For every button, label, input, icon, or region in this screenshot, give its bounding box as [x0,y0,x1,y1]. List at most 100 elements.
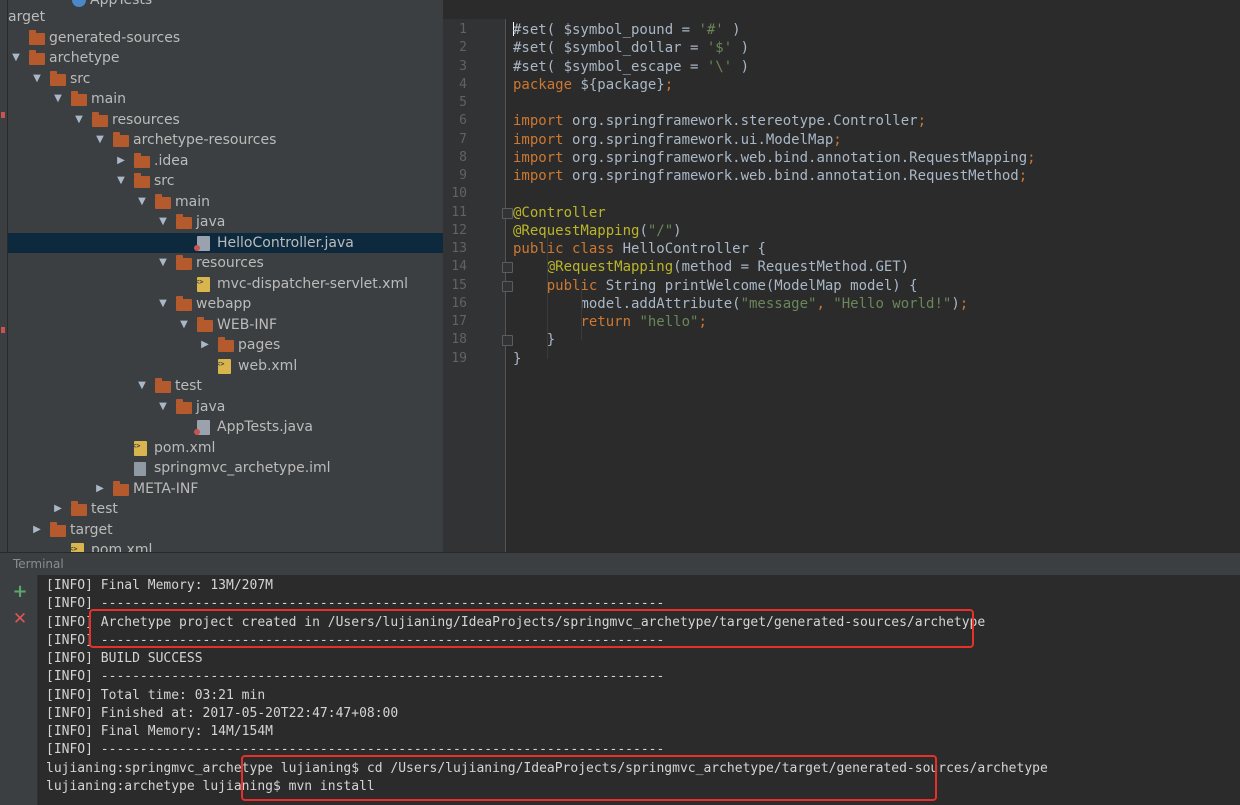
tree-item-label: resources [112,111,180,128]
line-number: 9 [459,168,467,183]
tree-item[interactable]: ▶ target [0,520,443,541]
tree-item-label: src [154,173,175,189]
code-token: public class [513,241,615,257]
tree-item[interactable]: mvc-dispatcher-servlet.xml [0,272,443,295]
collapse-arrow-icon[interactable]: ▼ [136,192,148,213]
code-line[interactable]: #set( $symbol_pound = '#' ) [513,21,741,39]
tree-item[interactable]: ▼ java [0,397,443,418]
collapse-arrow-icon[interactable]: ▼ [157,294,169,315]
tree-item[interactable]: springmvc_archetype.iml [0,458,443,479]
code-line[interactable]: import org.springframework.ui.ModelMap; [513,131,842,149]
close-icon[interactable]: ✕ [11,610,29,628]
fold-marker-icon[interactable] [502,335,513,347]
tree-item[interactable]: pom.xml [0,539,443,552]
tree-item-label: archetype [49,50,120,66]
code-editor[interactable]: 1 2 3 4 5 6 7 8 9 10 11 12 13 14 15 16 17 18 19 #set( $sym… [443,19,1240,552]
line-number: 14 [451,259,467,275]
xml-file-icon [132,436,147,457]
fold-marker-icon[interactable] [502,280,513,292]
expand-arrow-icon[interactable]: ▶ [94,479,106,500]
folder-icon [92,111,108,127]
tree-item[interactable]: ▼ webapp [0,294,443,315]
tree-item[interactable]: ▼ resources [0,253,443,274]
xml-file-icon [195,272,210,293]
tree-item-selected[interactable]: HelloController.java [0,232,443,253]
code-token: '$' [706,40,733,57]
tree-item[interactable]: pom.xml [0,436,443,459]
tree-item-label: java [196,214,226,230]
code-token: ; [833,131,842,148]
code-token: "Hello world!" [833,295,952,312]
expand-arrow-icon[interactable]: ▶ [52,499,64,520]
collapse-arrow-icon[interactable]: ▼ [52,89,64,110]
tree-item-label: archetype-resources [133,132,277,148]
code-line[interactable]: public String printWelcome(ModelMap mode… [513,277,918,295]
expand-arrow-icon[interactable]: ▶ [31,520,43,541]
collapse-arrow-icon[interactable]: ▼ [157,397,169,418]
tree-item[interactable]: ▼ resources [0,110,443,131]
tree-item[interactable]: AppTests.java [0,417,443,438]
code-token: ; [1027,149,1036,166]
code-line[interactable]: #set( $symbol_dollar = '$' ) [513,39,749,57]
code-line[interactable]: } [513,331,555,349]
tree-item[interactable]: arget [0,7,443,28]
code-line[interactable]: public class HelloController { [513,240,766,258]
tree-item-label: pom.xml [91,542,153,552]
tree-item[interactable]: ▼ main [0,192,443,213]
collapse-arrow-icon[interactable]: ▼ [31,69,43,90]
fold-marker-icon[interactable] [502,262,513,274]
collapse-arrow-icon[interactable]: ▼ [157,212,169,233]
tree-item[interactable]: ▼ archetype [0,48,443,69]
code-line[interactable]: import org.springframework.web.bind.anno… [513,167,1027,185]
tree-item[interactable]: ▼ archetype-resources [0,130,443,151]
terminal-line: [INFO] Final Memory: 14M/154M [46,724,273,739]
java-file-icon [194,235,210,251]
tree-item[interactable]: ▼ main [0,89,443,110]
code-line[interactable]: return "hello"; [513,313,706,331]
code-line[interactable]: package ${package}; [513,76,673,94]
tree-item[interactable]: ▼ src [0,171,443,192]
line-number: 6 [459,113,467,129]
expand-arrow-icon[interactable]: ▶ [115,151,127,172]
code-line[interactable]: } [513,350,521,368]
code-line[interactable]: @RequestMapping("/") [513,222,682,240]
tree-item-label: test [91,501,118,517]
tree-item[interactable]: ▶ .idea [0,151,443,172]
expand-arrow-icon[interactable]: ▶ [199,335,211,356]
collapse-arrow-icon[interactable]: ▼ [136,376,148,397]
collapse-arrow-icon[interactable]: ▼ [94,130,106,151]
code-line[interactable]: import org.springframework.web.bind.anno… [513,149,1036,167]
code-token: ; [959,295,969,312]
tree-item[interactable]: ▶ META-INF [0,479,443,500]
code-line[interactable]: #set( $symbol_escape = '\' ) [513,58,749,76]
code-line[interactable]: @Controller [513,204,606,222]
line-number: 10 [451,186,467,202]
tree-item[interactable]: ▼ java [0,212,443,233]
tree-item[interactable]: ▼ test [0,376,443,397]
collapse-arrow-icon[interactable]: ▼ [115,171,127,192]
terminal-output[interactable]: lujianing:archetype lujianing$ mvn insta… [38,575,1240,805]
code-token: "hello" [639,314,699,330]
collapse-arrow-icon[interactable]: ▼ [73,110,85,131]
collapse-arrow-icon[interactable]: ▼ [10,48,22,69]
code-line[interactable]: @RequestMapping(method = RequestMethod.G… [513,258,909,276]
tree-item-label: springmvc_archetype.iml [154,460,331,476]
tree-item[interactable]: generated-sources [0,28,443,49]
tree-item[interactable]: web.xml [0,354,443,377]
code-line[interactable]: import org.springframework.stereotype.Co… [513,112,926,130]
tree-item[interactable]: ▶ test [0,499,443,520]
indent-guide [547,230,548,359]
collapse-arrow-icon[interactable]: ▼ [157,253,169,274]
tree-item[interactable]: ▼ src [0,69,443,90]
code-token: ; [917,113,927,130]
plus-icon[interactable]: + [11,583,29,601]
tree-item[interactable]: ▶ pages [0,335,443,356]
line-number: 1 [459,22,467,37]
terminal-line: [INFO] Final Memory: 13M/207M [46,578,273,593]
tree-item-label: web.xml [238,357,298,374]
fold-marker-icon[interactable] [502,207,513,219]
tree-item[interactable]: ▼ WEB-INF [0,315,443,336]
code-token: ) [951,295,960,312]
collapse-arrow-icon[interactable]: ▼ [178,315,190,336]
tree-item-label: main [91,91,126,107]
